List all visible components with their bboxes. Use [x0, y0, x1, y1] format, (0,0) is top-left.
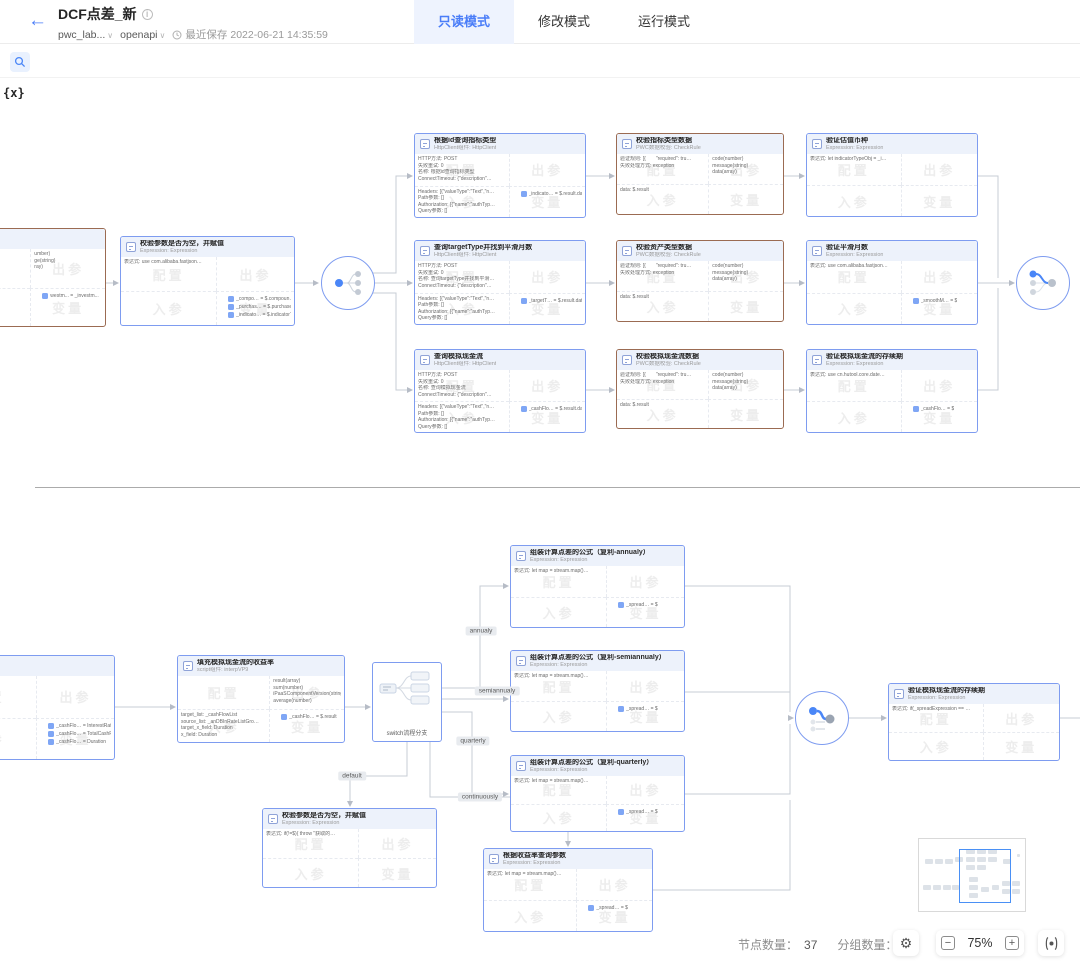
minimap-viewport[interactable] [959, 849, 1011, 903]
edge-label-quarterly: quarterly [456, 737, 489, 746]
minimap[interactable] [918, 838, 1026, 912]
tab-运行模式[interactable]: 运行模式 [614, 0, 714, 44]
save-status: 最近保存 2022-06-21 14:35:59 [172, 27, 328, 42]
info-icon[interactable]: i [142, 9, 153, 20]
canvas-footer: 节点数量： 37 分组数量： 0 ⚙ − 75% + [0, 928, 1080, 960]
gear-icon: ⚙ [900, 935, 913, 952]
env-select[interactable]: openapi∨ [120, 29, 165, 41]
clock-icon [172, 30, 182, 40]
edge-label-continuously: continuously [458, 793, 502, 802]
back-arrow-icon[interactable]: ← [28, 10, 47, 32]
flow-canvas[interactable]: 配置出参umber)ge(string)ray)入参变量westm... = _… [0, 0, 1080, 965]
edge-label-default: default [338, 772, 366, 781]
page-title: DCF点差_新 [58, 4, 137, 24]
chevron-down-icon: ∨ [107, 31, 113, 40]
edge-label-annualy: annualy [466, 627, 497, 636]
settings-button[interactable]: ⚙ [893, 930, 919, 956]
fit-view-icon [1044, 936, 1059, 951]
app-root: 配置出参umber)ge(string)ray)入参变量westm... = _… [0, 0, 1080, 965]
tab-修改模式[interactable]: 修改模式 [514, 0, 614, 44]
header: ← DCF点差_新 i pwc_lab...∨ openapi∨ 最近 [0, 0, 1080, 44]
mode-tabs: 只读模式修改模式运行模式 [414, 0, 714, 44]
node-count-label: 节点数量： [738, 936, 798, 953]
edge-label-semiannualy: semiannualy [475, 687, 520, 696]
fit-view-button[interactable] [1038, 930, 1064, 956]
group-count-label: 分组数量： [837, 936, 897, 953]
zoom-level: 75% [960, 936, 1000, 950]
tab-只读模式[interactable]: 只读模式 [414, 0, 514, 44]
zoom-in-button[interactable]: + [1000, 930, 1024, 956]
chevron-down-icon: ∨ [160, 31, 166, 40]
zoom-controls: − 75% + [936, 930, 1024, 956]
node-count-value: 37 [804, 938, 817, 952]
zoom-out-button[interactable]: − [936, 930, 960, 956]
workspace-select[interactable]: pwc_lab...∨ [58, 29, 113, 41]
edge-labels-layer: annualy semiannualy quarterly default contin… [0, 0, 1080, 965]
